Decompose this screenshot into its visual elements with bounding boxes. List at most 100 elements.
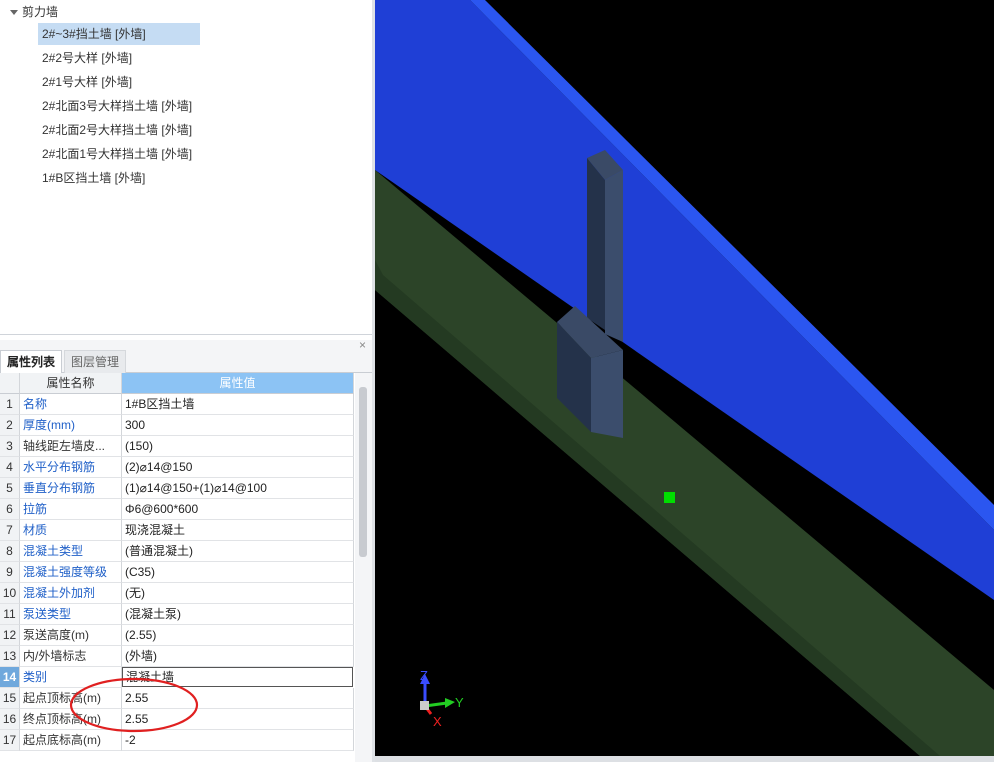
- column-base-right: [591, 350, 623, 438]
- property-name: 材质: [20, 520, 122, 541]
- property-value[interactable]: (混凝土泵): [122, 604, 354, 625]
- tree-root-label: 剪力墙: [22, 5, 59, 19]
- property-row[interactable]: 2 厚度(mm) 300: [0, 415, 354, 436]
- grid-header-index: [0, 373, 20, 394]
- property-value[interactable]: (普通混凝土): [122, 541, 354, 562]
- property-row[interactable]: 16 终点顶标高(m) 2.55: [0, 709, 354, 730]
- row-index: 3: [0, 436, 20, 457]
- property-value[interactable]: 2.55: [122, 688, 354, 709]
- close-icon[interactable]: ×: [359, 338, 366, 352]
- property-value[interactable]: (2)⌀14@150: [122, 457, 354, 478]
- row-index: 4: [0, 457, 20, 478]
- grid-header-value: 属性值: [122, 373, 354, 394]
- property-row[interactable]: 5 垂直分布钢筋 (1)⌀14@150+(1)⌀14@100: [0, 478, 354, 499]
- property-name: 混凝土外加剂: [20, 583, 122, 604]
- scrollbar-thumb[interactable]: [359, 387, 367, 557]
- property-value[interactable]: 混凝土墙: [122, 667, 353, 687]
- tab-layer-management[interactable]: 图层管理: [64, 350, 127, 373]
- expand-triangle-icon[interactable]: [10, 10, 18, 16]
- row-index: 16: [0, 709, 20, 730]
- row-index: 9: [0, 562, 20, 583]
- grip-point-marker[interactable]: [664, 492, 675, 503]
- property-name: 垂直分布钢筋: [20, 478, 122, 499]
- property-value[interactable]: -2: [122, 730, 354, 751]
- row-index: 5: [0, 478, 20, 499]
- property-value[interactable]: (1)⌀14@150+(1)⌀14@100: [122, 478, 354, 499]
- property-row[interactable]: 12 泵送高度(m) (2.55): [0, 625, 354, 646]
- property-name: 水平分布钢筋: [20, 457, 122, 478]
- property-name: 厚度(mm): [20, 415, 122, 436]
- tree-item[interactable]: 2#~3#挡土墙 [外墙]: [38, 23, 200, 45]
- tree-item[interactable]: 2#北面1号大样挡土墙 [外墙]: [38, 143, 196, 165]
- property-name: 泵送高度(m): [20, 625, 122, 646]
- row-index: 15: [0, 688, 20, 709]
- property-value[interactable]: (C35): [122, 562, 354, 583]
- property-row[interactable]: 14 类别 混凝土墙: [0, 667, 354, 688]
- grid-header-name: 属性名称: [20, 373, 122, 394]
- row-index: 17: [0, 730, 20, 751]
- 3d-viewport[interactable]: Z Y X: [375, 0, 994, 756]
- y-axis-label: Y: [455, 695, 464, 710]
- tree-root-shear-wall[interactable]: 剪力墙: [10, 4, 58, 20]
- column-shaft-left: [587, 158, 605, 330]
- property-row[interactable]: 8 混凝土类型 (普通混凝土): [0, 541, 354, 562]
- property-name: 混凝土类型: [20, 541, 122, 562]
- property-value[interactable]: (无): [122, 583, 354, 604]
- property-row[interactable]: 4 水平分布钢筋 (2)⌀14@150: [0, 457, 354, 478]
- row-index: 6: [0, 499, 20, 520]
- property-row[interactable]: 11 泵送类型 (混凝土泵): [0, 604, 354, 625]
- 3d-scene[interactable]: Z Y X: [375, 0, 994, 756]
- tree-item[interactable]: 2#1号大样 [外墙]: [38, 71, 136, 93]
- panel-tabbar: 属性列表 图层管理 ×: [0, 338, 372, 373]
- property-name: 名称: [20, 394, 122, 415]
- property-value[interactable]: Φ6@600*600: [122, 499, 354, 520]
- property-name: 混凝土强度等级: [20, 562, 122, 583]
- row-index: 11: [0, 604, 20, 625]
- row-index: 13: [0, 646, 20, 667]
- property-scrollbar[interactable]: [355, 373, 372, 762]
- property-value[interactable]: (外墙): [122, 646, 354, 667]
- property-name: 起点底标高(m): [20, 730, 122, 751]
- property-name: 起点顶标高(m): [20, 688, 122, 709]
- tree-item[interactable]: 2#2号大样 [外墙]: [38, 47, 136, 69]
- row-index: 7: [0, 520, 20, 541]
- tab-property-list[interactable]: 属性列表: [0, 350, 63, 373]
- property-value[interactable]: 现浇混凝土: [122, 520, 354, 541]
- property-name: 类别: [20, 667, 122, 688]
- property-value[interactable]: (150): [122, 436, 354, 457]
- row-index: 10: [0, 583, 20, 604]
- axis-origin-cube: [420, 701, 429, 710]
- property-row[interactable]: 1 名称 1#B区挡土墙: [0, 394, 354, 415]
- property-row[interactable]: 6 拉筋 Φ6@600*600: [0, 499, 354, 520]
- property-name: 拉筋: [20, 499, 122, 520]
- property-row[interactable]: 9 混凝土强度等级 (C35): [0, 562, 354, 583]
- tree-item[interactable]: 2#北面3号大样挡土墙 [外墙]: [38, 95, 196, 117]
- z-axis-label: Z: [420, 668, 428, 683]
- left-panel: 剪力墙 2#~3#挡土墙 [外墙] 2#2号大样 [外墙] 2#1号大样 [外墙] 2…: [0, 0, 372, 762]
- viewport-bottom-bar: [375, 756, 994, 762]
- property-name: 终点顶标高(m): [20, 709, 122, 730]
- property-value[interactable]: 300: [122, 415, 354, 436]
- property-name: 内/外墙标志: [20, 646, 122, 667]
- property-row[interactable]: 15 起点顶标高(m) 2.55: [0, 688, 354, 709]
- row-index: 8: [0, 541, 20, 562]
- row-index: 14: [0, 667, 20, 688]
- property-value[interactable]: 2.55: [122, 709, 354, 730]
- property-row[interactable]: 3 轴线距左墙皮... (150): [0, 436, 354, 457]
- property-row[interactable]: 13 内/外墙标志 (外墙): [0, 646, 354, 667]
- property-value[interactable]: 1#B区挡土墙: [122, 394, 354, 415]
- row-index: 2: [0, 415, 20, 436]
- component-tree: 剪力墙 2#~3#挡土墙 [外墙] 2#2号大样 [外墙] 2#1号大样 [外墙] 2…: [0, 0, 372, 335]
- property-name: 轴线距左墙皮...: [20, 436, 122, 457]
- row-index: 12: [0, 625, 20, 646]
- property-row[interactable]: 17 起点底标高(m) -2: [0, 730, 354, 751]
- property-name: 泵送类型: [20, 604, 122, 625]
- tree-item[interactable]: 1#B区挡土墙 [外墙]: [38, 167, 149, 189]
- row-index: 1: [0, 394, 20, 415]
- property-row[interactable]: 7 材质 现浇混凝土: [0, 520, 354, 541]
- column-shaft-right: [605, 170, 623, 342]
- property-row[interactable]: 10 混凝土外加剂 (无): [0, 583, 354, 604]
- x-axis-label: X: [433, 714, 442, 729]
- tree-item[interactable]: 2#北面2号大样挡土墙 [外墙]: [38, 119, 196, 141]
- property-value[interactable]: (2.55): [122, 625, 354, 646]
